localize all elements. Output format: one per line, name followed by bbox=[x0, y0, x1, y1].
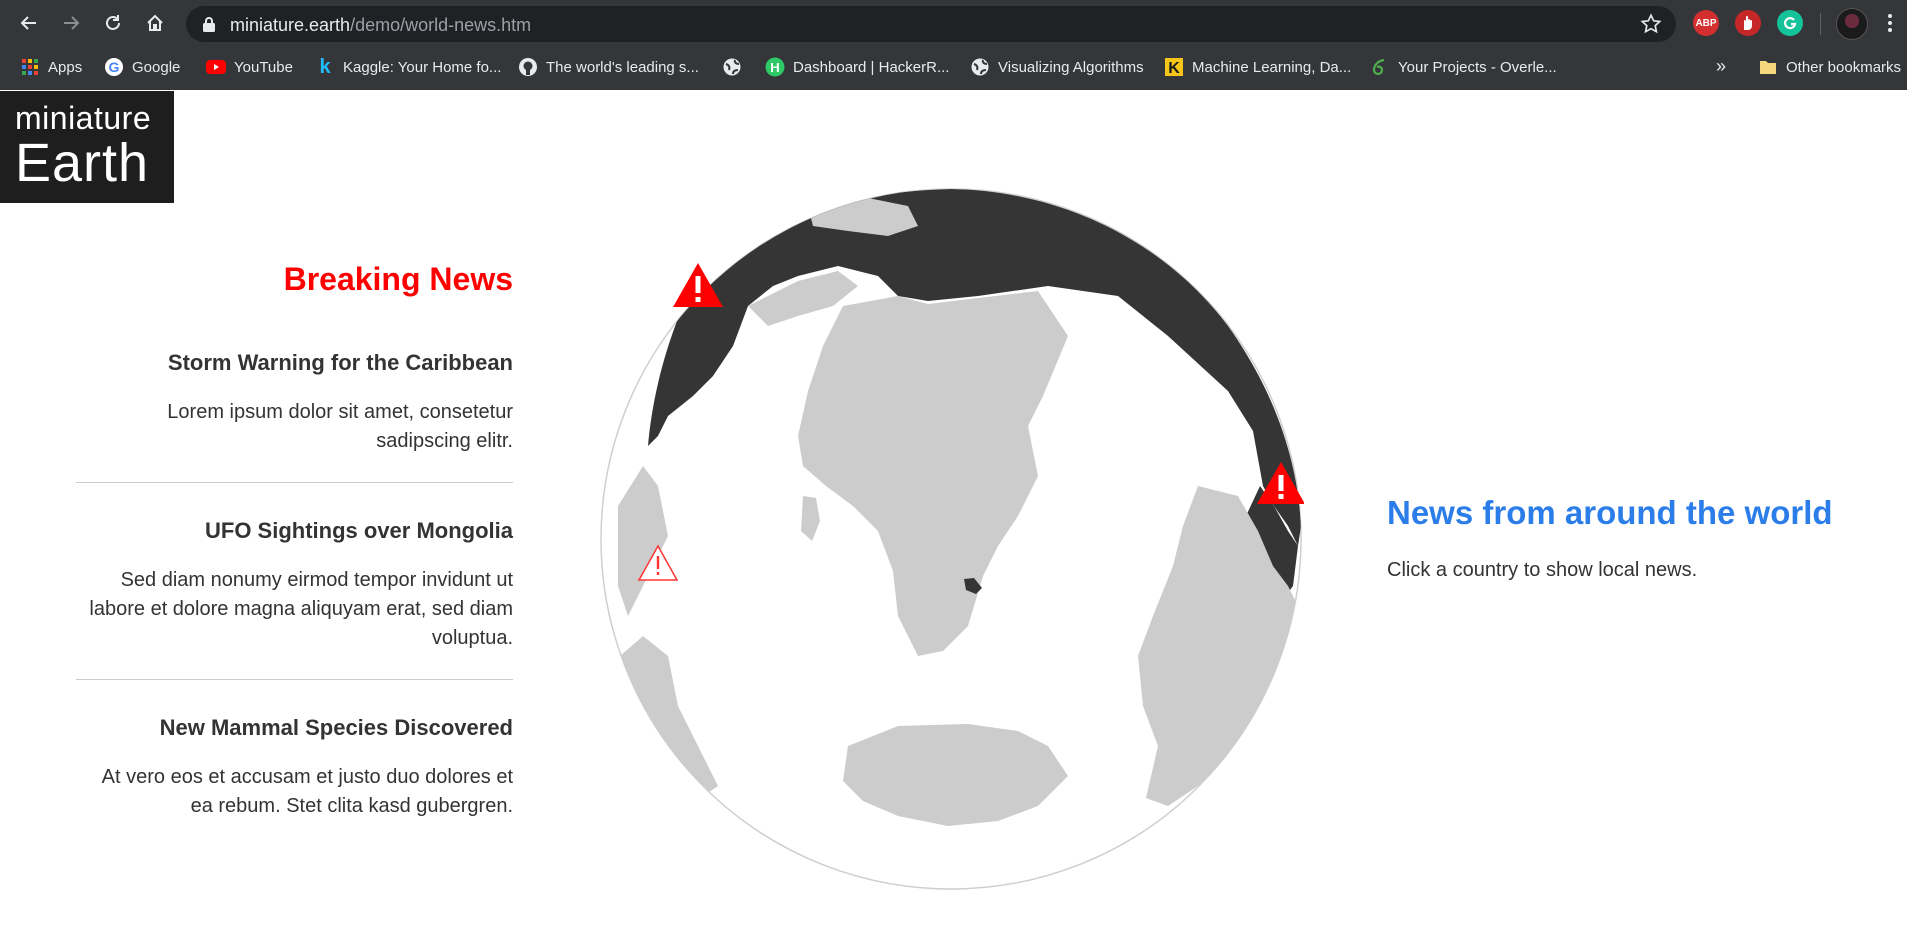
browser-menu-button[interactable] bbox=[1882, 12, 1898, 34]
bookmark-label: Machine Learning, Da... bbox=[1192, 58, 1352, 76]
browser-toolbar: miniature.earth/demo/world-news.htm ABP bbox=[0, 0, 1907, 46]
address-bar[interactable]: miniature.earth/demo/world-news.htm bbox=[186, 6, 1676, 42]
google-icon: G bbox=[104, 57, 124, 77]
world-news-subtitle: Click a country to show local news. bbox=[1387, 559, 1698, 581]
grammarly-icon bbox=[1783, 17, 1797, 30]
bookmark-label: Other bookmarks bbox=[1786, 58, 1902, 76]
menu-dot-icon bbox=[1888, 14, 1892, 18]
browser-chrome: miniature.earth/demo/world-news.htm ABP … bbox=[0, 0, 1907, 90]
bookmark-visualizing-algorithms[interactable]: Visualizing Algorithms bbox=[970, 54, 1144, 80]
svg-text:H: H bbox=[770, 60, 779, 75]
bookmark-label: Kaggle: Your Home fo... bbox=[343, 58, 502, 76]
kdnuggets-icon: K bbox=[1164, 57, 1184, 77]
apps-grid-icon bbox=[20, 57, 40, 77]
globe-svg bbox=[600, 188, 1305, 890]
back-button[interactable] bbox=[14, 8, 44, 38]
menu-dot-icon bbox=[1888, 28, 1892, 32]
globe-icon bbox=[722, 57, 742, 77]
folder-icon bbox=[1758, 57, 1778, 77]
bookmark-kdnuggets[interactable]: K Machine Learning, Da... bbox=[1164, 54, 1351, 80]
arrow-right-icon bbox=[64, 16, 80, 30]
bookmark-youtube[interactable]: YouTube bbox=[206, 54, 293, 80]
news-title: Storm Warning for the Caribbean bbox=[167, 350, 513, 375]
bookmark-label: Dashboard | HackerR... bbox=[793, 58, 950, 76]
bookmark-label: The world's leading s... bbox=[546, 58, 699, 76]
news-item[interactable]: New Mammal Species Discovered At vero eo… bbox=[76, 715, 513, 847]
overleaf-icon bbox=[1370, 57, 1390, 77]
hand-stop-icon bbox=[1744, 16, 1752, 30]
bookmark-google[interactable]: G Google bbox=[104, 54, 180, 80]
globe[interactable] bbox=[598, 186, 1305, 892]
breaking-news-heading: Breaking News bbox=[283, 261, 513, 297]
bookmark-github[interactable]: The world's leading s... bbox=[518, 54, 699, 80]
news-item[interactable]: Storm Warning for the Caribbean Lorem ip… bbox=[76, 350, 513, 483]
svg-text:G: G bbox=[109, 59, 120, 75]
svg-text:K: K bbox=[1168, 60, 1180, 77]
grammarly-extension[interactable] bbox=[1777, 10, 1803, 36]
bookmarks-bar: Apps G Google YouTube k Kaggle: Your Hom… bbox=[0, 50, 1907, 84]
news-title: New Mammal Species Discovered bbox=[159, 715, 513, 740]
reload-icon bbox=[106, 15, 120, 30]
abp-label: ABP bbox=[1695, 17, 1717, 29]
news-body: At vero eos et accusam et justo duo dolo… bbox=[101, 766, 513, 817]
other-bookmarks-folder[interactable]: Other bookmarks bbox=[1758, 54, 1901, 80]
arrow-left-icon bbox=[20, 16, 36, 30]
logo-line-2: Earth bbox=[15, 133, 150, 193]
block-site-extension[interactable] bbox=[1735, 10, 1761, 36]
bookmark-label: Visualizing Algorithms bbox=[998, 58, 1144, 76]
world-news-panel: News from around the world Click a count… bbox=[1387, 493, 1867, 582]
youtube-icon bbox=[206, 57, 226, 77]
url-path: /demo/world-news.htm bbox=[350, 15, 532, 35]
news-body: Sed diam nonumy eirmod tempor invidunt u… bbox=[89, 569, 513, 649]
bookmark-apps[interactable]: Apps bbox=[20, 54, 82, 80]
url-host: miniature.earth bbox=[230, 15, 351, 35]
adblock-plus-extension[interactable]: ABP bbox=[1693, 10, 1719, 36]
lock-icon bbox=[203, 17, 215, 32]
github-icon bbox=[518, 57, 538, 77]
bookmark-star-icon[interactable] bbox=[1640, 13, 1662, 35]
bookmark-overleaf[interactable]: Your Projects - Overle... bbox=[1370, 54, 1557, 80]
home-icon bbox=[147, 14, 163, 31]
reload-button[interactable] bbox=[98, 8, 128, 38]
home-button[interactable] bbox=[140, 8, 170, 38]
site-logo[interactable]: miniature Earth bbox=[0, 91, 174, 203]
globe-icon bbox=[970, 57, 990, 77]
bookmark-label: Apps bbox=[48, 58, 83, 76]
more-bookmarks-chevron[interactable]: » bbox=[1716, 56, 1726, 77]
hackerrank-icon: H bbox=[765, 57, 785, 77]
bookmark-label: YouTube bbox=[234, 58, 293, 76]
bookmark-kaggle[interactable]: k Kaggle: Your Home fo... bbox=[315, 54, 501, 80]
profile-avatar[interactable] bbox=[1836, 8, 1868, 40]
bookmark-label: Your Projects - Overle... bbox=[1398, 58, 1557, 76]
bookmark-label: Google bbox=[132, 58, 181, 76]
kaggle-icon: k bbox=[319, 55, 331, 78]
toolbar-divider bbox=[1820, 13, 1821, 35]
forward-button[interactable] bbox=[56, 8, 86, 38]
bookmark-hackerrank[interactable]: H Dashboard | HackerR... bbox=[765, 54, 949, 80]
logo-line-1: miniature bbox=[15, 100, 152, 136]
bookmark-globe[interactable] bbox=[722, 54, 750, 80]
url-text: miniature.earth/demo/world-news.htm bbox=[230, 15, 531, 36]
page-content: miniature Earth Breaking News Storm Warn… bbox=[0, 90, 1907, 951]
news-title: UFO Sightings over Mongolia bbox=[205, 518, 513, 543]
news-item[interactable]: UFO Sightings over Mongolia Sed diam non… bbox=[76, 518, 513, 680]
news-body: Lorem ipsum dolor sit amet, consetetur s… bbox=[167, 401, 513, 452]
world-news-heading: News from around the world bbox=[1387, 494, 1833, 531]
menu-dot-icon bbox=[1888, 21, 1892, 25]
breaking-news-panel: Breaking News Storm Warning for the Cari… bbox=[76, 260, 513, 882]
